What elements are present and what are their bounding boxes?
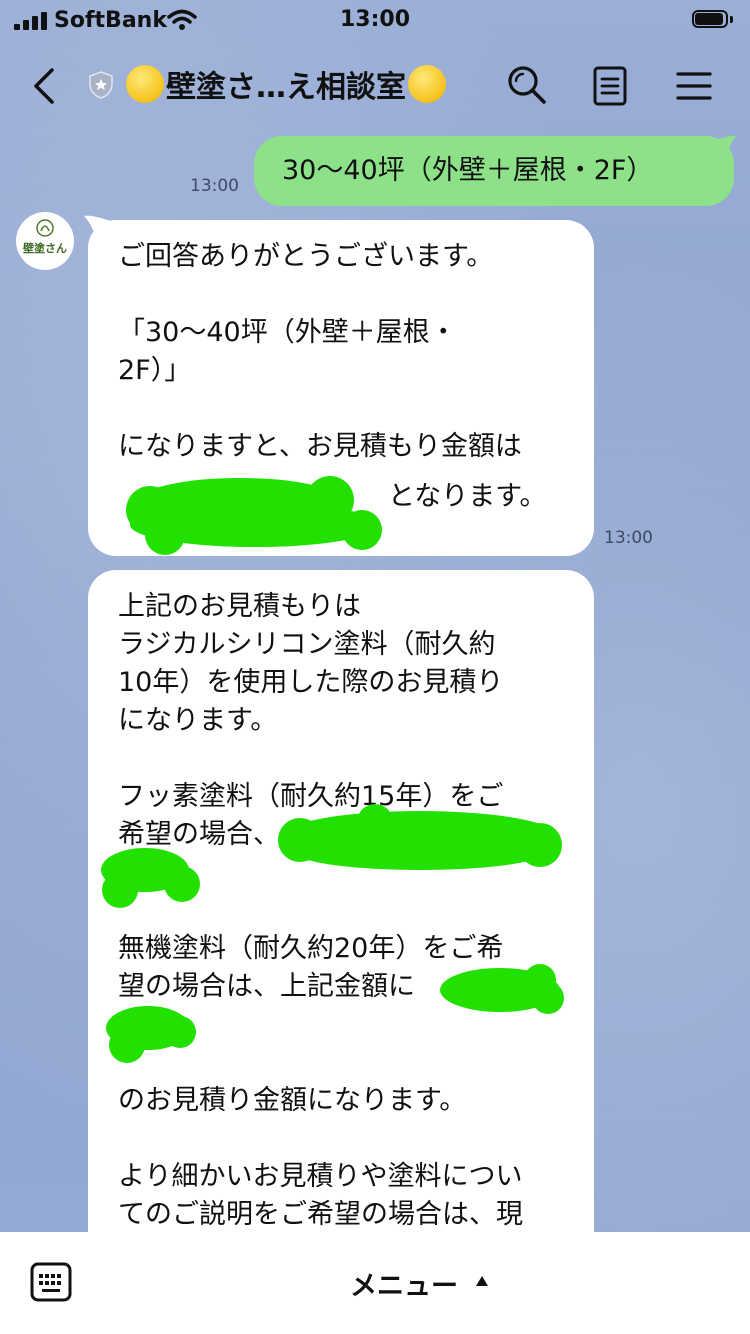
chat-title: 壁塗さ…え相談室 <box>166 70 406 105</box>
yellow-circle-emoji-icon <box>126 65 164 103</box>
message-line: ラジカルシリコン塗料（耐久約 <box>118 629 496 660</box>
message-timestamp: 13:00 <box>190 176 239 196</box>
shop-logo-icon <box>36 219 54 237</box>
sent-message-bubble[interactable]: 30〜40坪（外壁＋屋根・2F） <box>254 136 734 206</box>
bottom-menu-bar: メニュー <box>0 1232 750 1334</box>
shield-icon <box>89 71 113 99</box>
status-bar: SoftBank 13:00 <box>0 0 750 40</box>
hamburger-menu-icon[interactable] <box>676 70 712 102</box>
message-line: になります。 <box>118 705 278 736</box>
note-icon[interactable] <box>592 66 628 106</box>
avatar[interactable]: 壁塗さん <box>16 212 74 270</box>
message-line: 10年）を使用した際のお見積り <box>118 667 504 698</box>
message-line: となります。 <box>388 481 547 512</box>
message-line: 希望の場合、 <box>118 819 280 850</box>
message-text: 30〜40坪（外壁＋屋根・2F） <box>282 155 654 186</box>
message-line: より細かいお見積りや塗料につい <box>118 1161 523 1192</box>
search-icon[interactable] <box>506 64 548 106</box>
message-line: 「30〜40坪（外壁＋屋根・ <box>118 317 457 348</box>
message-line: のお見積り金額になります。 <box>118 1085 467 1116</box>
chat-header: 壁塗さ…え相談室 <box>0 52 750 122</box>
message-line: 無機塗料（耐久約20年）をご希 <box>118 933 504 964</box>
yellow-circle-emoji-icon <box>408 65 446 103</box>
message-line: ご回答ありがとうございます。 <box>118 241 494 272</box>
message-line: フッ素塗料（耐久約15年）をご <box>118 781 504 812</box>
status-time: 13:00 <box>339 7 411 32</box>
keyboard-icon[interactable] <box>30 1262 72 1302</box>
chat-title-row[interactable]: 壁塗さ…え相談室 <box>126 62 446 106</box>
message-line: 2F）」 <box>118 355 192 386</box>
message-timestamp: 13:00 <box>604 528 653 548</box>
received-message-bubble[interactable]: ご回答ありがとうございます。 「30〜40坪（外壁＋屋根・ 2F）」 になります… <box>88 220 594 556</box>
back-icon[interactable] <box>30 66 58 106</box>
message-line: 上記のお見積もりは <box>118 591 361 622</box>
battery-icon <box>692 10 734 30</box>
menu-button[interactable]: メニュー <box>350 1264 458 1303</box>
avatar-label: 壁塗さん <box>23 242 67 255</box>
message-line: てのご説明をご希望の場合は、現 <box>118 1199 523 1230</box>
caret-up-icon[interactable] <box>476 1276 488 1286</box>
received-message-bubble[interactable]: 上記のお見積もりは ラジカルシリコン塗料（耐久約 10年）を使用した際のお見積り… <box>88 570 594 1290</box>
message-line: 望の場合は、上記金額に <box>118 971 415 1002</box>
message-line: になりますと、お見積もり金額は <box>118 431 522 462</box>
